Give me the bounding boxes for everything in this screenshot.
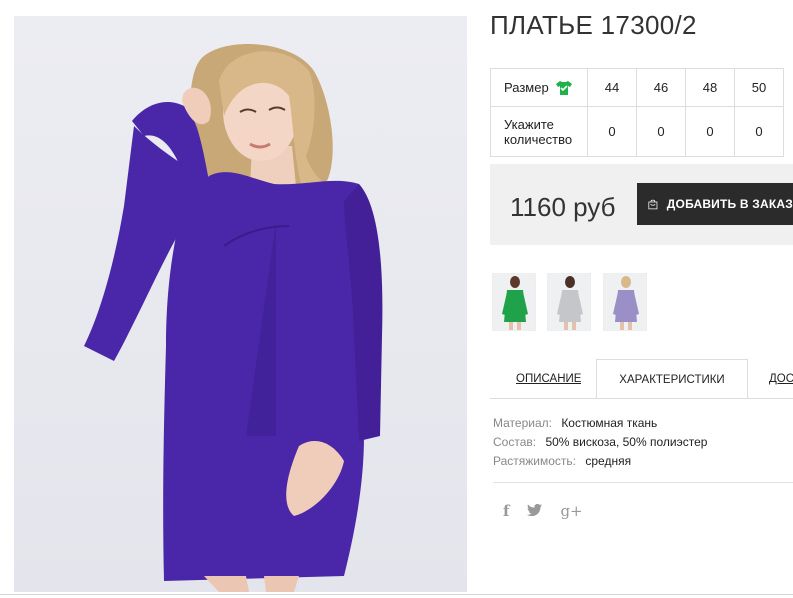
tab-description[interactable]: ОПИСАНИЕ xyxy=(516,359,581,399)
product-main-image[interactable] xyxy=(14,16,467,592)
social-share: f g+ xyxy=(503,502,583,520)
size-label: Размер xyxy=(504,80,549,95)
quantity-input-50[interactable]: 0 xyxy=(734,106,784,157)
add-to-cart-button[interactable]: ДОБАВИТЬ В ЗАКАЗ xyxy=(637,183,793,225)
product-title: ПЛАТЬЕ 17300/2 xyxy=(490,10,697,40)
size-cell-46[interactable]: 46 xyxy=(636,68,686,107)
twitter-icon[interactable] xyxy=(527,503,543,520)
section-divider xyxy=(493,482,793,483)
spec-key: Состав: xyxy=(493,435,537,449)
size-cell-48[interactable]: 48 xyxy=(685,68,735,107)
shopping-bag-icon xyxy=(648,199,658,210)
thumb-green-dress[interactable] xyxy=(492,273,536,331)
green-shirt-icon[interactable] xyxy=(555,80,572,95)
size-cell-44[interactable]: 44 xyxy=(587,68,637,107)
model-illustration xyxy=(84,44,383,592)
price: 1160 руб xyxy=(510,192,616,222)
quantity-input-44[interactable]: 0 xyxy=(587,106,637,157)
google-plus-icon[interactable]: g+ xyxy=(560,502,582,520)
product-tabs: ОПИСАНИЕ ХАРАКТЕРИСТИКИ ДОСТАВКА xyxy=(490,359,793,399)
spec-value: Костюмная ткань xyxy=(561,416,658,430)
spec-key: Растяжимость: xyxy=(493,454,577,468)
thumb-lavender-dress[interactable] xyxy=(603,273,647,331)
size-label-cell: Размер xyxy=(490,68,588,107)
tabs-divider xyxy=(490,398,793,399)
facebook-icon[interactable]: f xyxy=(503,502,509,520)
spec-key: Материал: xyxy=(493,416,552,430)
thumb-grey-dress[interactable] xyxy=(547,273,591,331)
quantity-input-46[interactable]: 0 xyxy=(636,106,686,157)
quantity-label: Укажите количество xyxy=(490,106,588,157)
spec-value: средняя xyxy=(585,454,632,468)
spec-value: 50% вискоза, 50% полиэстер xyxy=(545,435,708,449)
tab-characteristics[interactable]: ХАРАКТЕРИСТИКИ xyxy=(596,359,748,399)
spec-row-stretch: Растяжимость: средняя xyxy=(493,452,707,471)
size-table: Размер 44 46 48 50 Укажите количество 0 … xyxy=(490,68,784,157)
bottom-border xyxy=(0,594,793,595)
buy-box: 1160 руб ДОБАВИТЬ В ЗАКАЗ xyxy=(490,164,793,245)
spec-row-composition: Состав: 50% вискоза, 50% полиэстер xyxy=(493,433,707,452)
tab-delivery[interactable]: ДОСТАВКА xyxy=(769,359,793,399)
quantity-row: Укажите количество 0 0 0 0 xyxy=(490,106,784,157)
characteristics-list: Материал: Костюмная ткань Состав: 50% ви… xyxy=(493,414,707,471)
quantity-input-48[interactable]: 0 xyxy=(685,106,735,157)
spec-row-material: Материал: Костюмная ткань xyxy=(493,414,707,433)
size-cell-50[interactable]: 50 xyxy=(734,68,784,107)
size-row: Размер 44 46 48 50 xyxy=(490,68,784,107)
add-to-cart-label: ДОБАВИТЬ В ЗАКАЗ xyxy=(666,197,793,211)
